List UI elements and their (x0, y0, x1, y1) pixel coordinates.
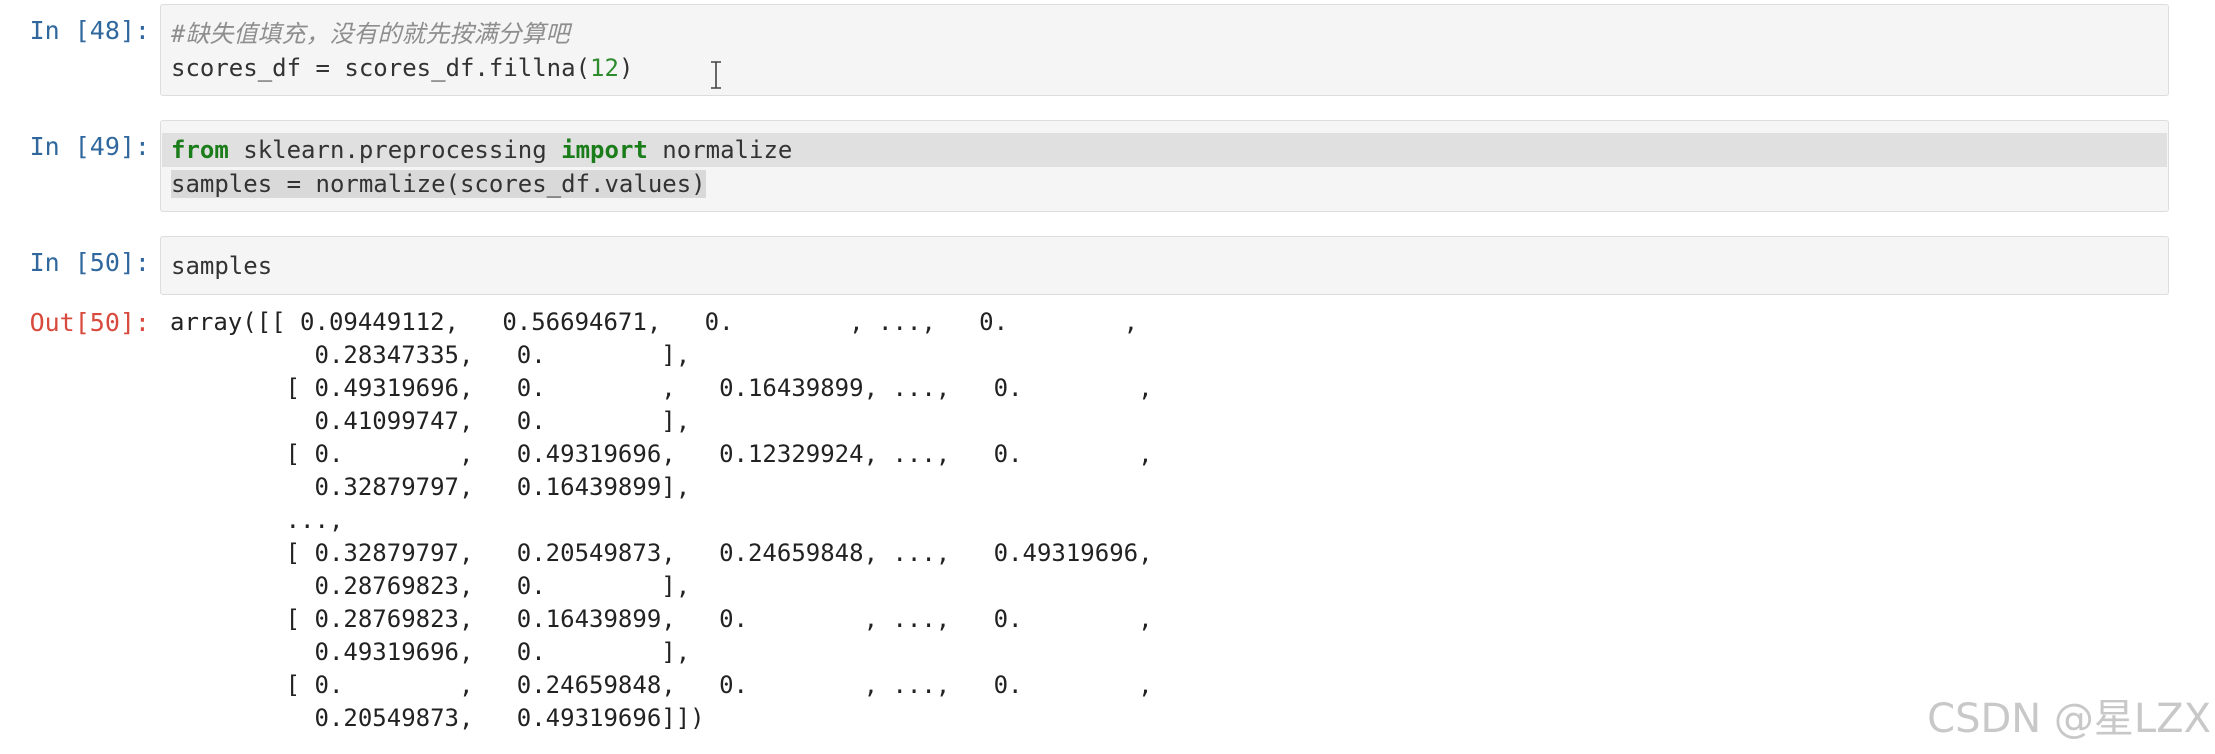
csdn-watermark: CSDN @星LZX (1927, 696, 2211, 742)
code-comment: #缺失值填充，没有的就先按满分算吧 (171, 20, 570, 48)
code-line-fillna: scores_df = scores_df.fillna(12) (171, 51, 633, 85)
output-line: 0.28769823, 0. ], (170, 572, 691, 600)
text-cursor-icon (711, 61, 721, 89)
code-text: ) (618, 54, 634, 82)
selected-code-text: samples = normalize(scores_df.values) (171, 170, 706, 198)
input-prompt-50: In [50]: (29, 248, 150, 277)
output-line: [ 0.32879797, 0.20549873, 0.24659848, ..… (170, 539, 1153, 567)
output-line: 0.32879797, 0.16439899], (170, 473, 691, 501)
code-line-normalize: samples = normalize(scores_df.values) (171, 167, 706, 201)
output-line: [ 0.49319696, 0. , 0.16439899, ..., 0. , (170, 374, 1153, 402)
output-line: 0.20549873, 0.49319696]]) (170, 704, 705, 732)
output-prompt-50: Out[50]: (29, 308, 150, 337)
output-line: [ 0. , 0.24659848, 0. , ..., 0. , (170, 671, 1153, 699)
output-line: 0.49319696, 0. ], (170, 638, 691, 666)
keyword-from: from (171, 136, 229, 164)
output-line: [ 0.28769823, 0.16439899, 0. , ..., 0. , (170, 605, 1153, 633)
input-prompt-48: In [48]: (29, 16, 150, 45)
input-prompt-49: In [49]: (29, 132, 150, 161)
output-area-50: Out[50]: array([[ 0.09449112, 0.56694671… (0, 306, 2175, 746)
code-line-import: from sklearn.preprocessing import normal… (171, 133, 792, 167)
code-text: scores_df = scores_df.fillna( (171, 54, 591, 82)
output-line: 0.41099747, 0. ], (170, 407, 691, 435)
code-line-samples: samples (171, 252, 273, 280)
code-cell-input-48[interactable]: #缺失值填充，没有的就先按满分算吧 scores_df = scores_df.… (160, 4, 2169, 96)
code-text: normalize (647, 136, 793, 164)
keyword-import: import (561, 136, 648, 164)
code-cell-input-50[interactable]: samples (160, 236, 2169, 295)
code-text: sklearn.preprocessing (228, 136, 562, 164)
output-line: [ 0. , 0.49319696, 0.12329924, ..., 0. , (170, 440, 1153, 468)
code-cell-input-49[interactable]: from sklearn.preprocessing import normal… (160, 120, 2169, 212)
output-line: ..., (170, 506, 344, 534)
code-number: 12 (590, 54, 619, 82)
output-line: 0.28347335, 0. ], (170, 341, 691, 369)
output-line: array([[ 0.09449112, 0.56694671, 0. , ..… (170, 308, 1139, 336)
